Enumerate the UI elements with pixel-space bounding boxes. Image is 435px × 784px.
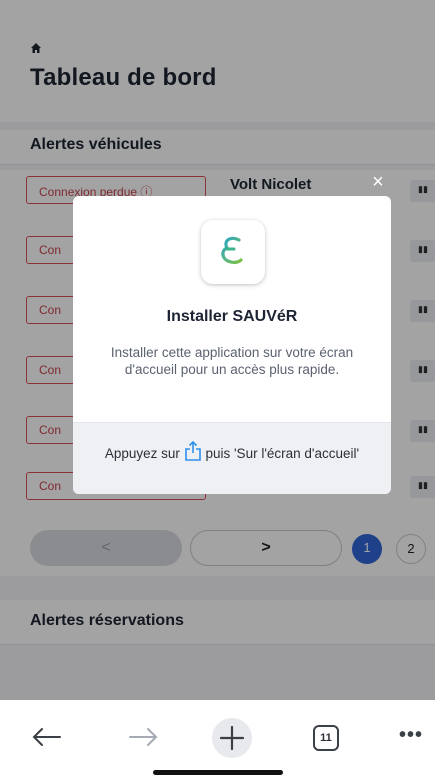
new-tab-button[interactable] xyxy=(212,718,252,758)
install-dialog: Installer SAUVéR Installer cette applica… xyxy=(73,196,391,494)
close-icon[interactable]: × xyxy=(368,172,388,192)
sauver-logo-icon xyxy=(201,220,265,284)
plus-icon xyxy=(219,725,245,751)
dialog-instructions: Appuyez sur puis 'Sur l'écran d'accueil' xyxy=(73,422,391,494)
back-button[interactable] xyxy=(30,722,64,752)
share-icon xyxy=(184,441,201,461)
tab-count-button[interactable]: 11 xyxy=(313,725,339,751)
forward-button[interactable] xyxy=(126,722,160,752)
dialog-title: Installer SAUVéR xyxy=(166,308,298,325)
instruction-text-end: puis 'Sur l'écran d'accueil' xyxy=(205,446,360,461)
arrow-right-icon xyxy=(129,728,158,746)
home-indicator xyxy=(153,770,283,775)
more-menu-button[interactable]: ••• xyxy=(396,722,426,752)
dialog-description: Installer cette application sur votre éc… xyxy=(110,345,354,377)
instruction-text-start: Appuyez sur xyxy=(104,446,180,461)
arrow-left-icon xyxy=(32,728,61,746)
